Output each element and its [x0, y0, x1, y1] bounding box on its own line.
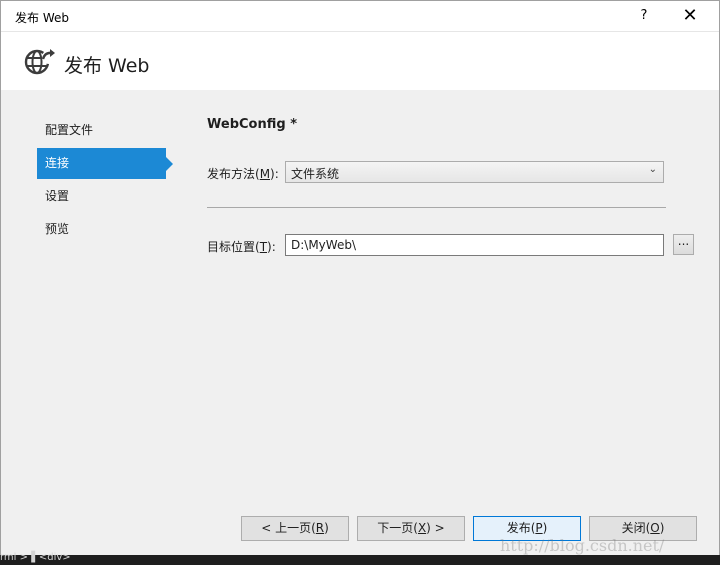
target-location-input[interactable]: D:\MyWeb\ [285, 234, 664, 256]
nav-item-preview[interactable]: 预览 [37, 214, 166, 245]
title-bar: 发布 Web ? ✕ [1, 1, 719, 31]
status-text: rml > ▌<div> [0, 552, 71, 563]
watermark: http://blog.csdn.net/ [500, 536, 665, 555]
publish-method-value: 文件系统 [291, 167, 340, 181]
publish-method-label: 发布方法(M): [207, 167, 279, 181]
wizard-nav: 配置文件 连接 设置 预览 [37, 115, 177, 247]
editor-status-strip: rml > ▌<div> [0, 552, 720, 565]
publish-web-dialog: 发布 Web ? ✕ 发布 Web 配置文件 连接 设置 预览 WebConfi… [0, 0, 720, 556]
nav-item-settings[interactable]: 设置 [37, 181, 166, 212]
publish-method-select[interactable]: 文件系统 ⌄ [285, 161, 664, 183]
browse-button[interactable]: ... [673, 234, 694, 255]
target-location-value: D:\MyWeb\ [291, 238, 356, 252]
dialog-header: 发布 Web [1, 31, 719, 90]
nav-item-profile[interactable]: 配置文件 [37, 115, 166, 146]
separator [207, 207, 666, 208]
nav-item-connection[interactable]: 连接 [37, 148, 173, 179]
previous-button[interactable]: < 上一页(R) [241, 516, 349, 541]
profile-name-title: WebConfig * [207, 117, 297, 132]
globe-publish-icon [24, 49, 56, 75]
next-button[interactable]: 下一页(X) > [357, 516, 465, 541]
dialog-heading: 发布 Web [64, 55, 150, 77]
chevron-down-icon: ⌄ [648, 164, 657, 175]
help-button[interactable]: ? [621, 1, 667, 31]
window-title: 发布 Web [15, 11, 69, 25]
close-window-button[interactable]: ✕ [667, 1, 713, 31]
target-location-label: 目标位置(T): [207, 240, 276, 254]
